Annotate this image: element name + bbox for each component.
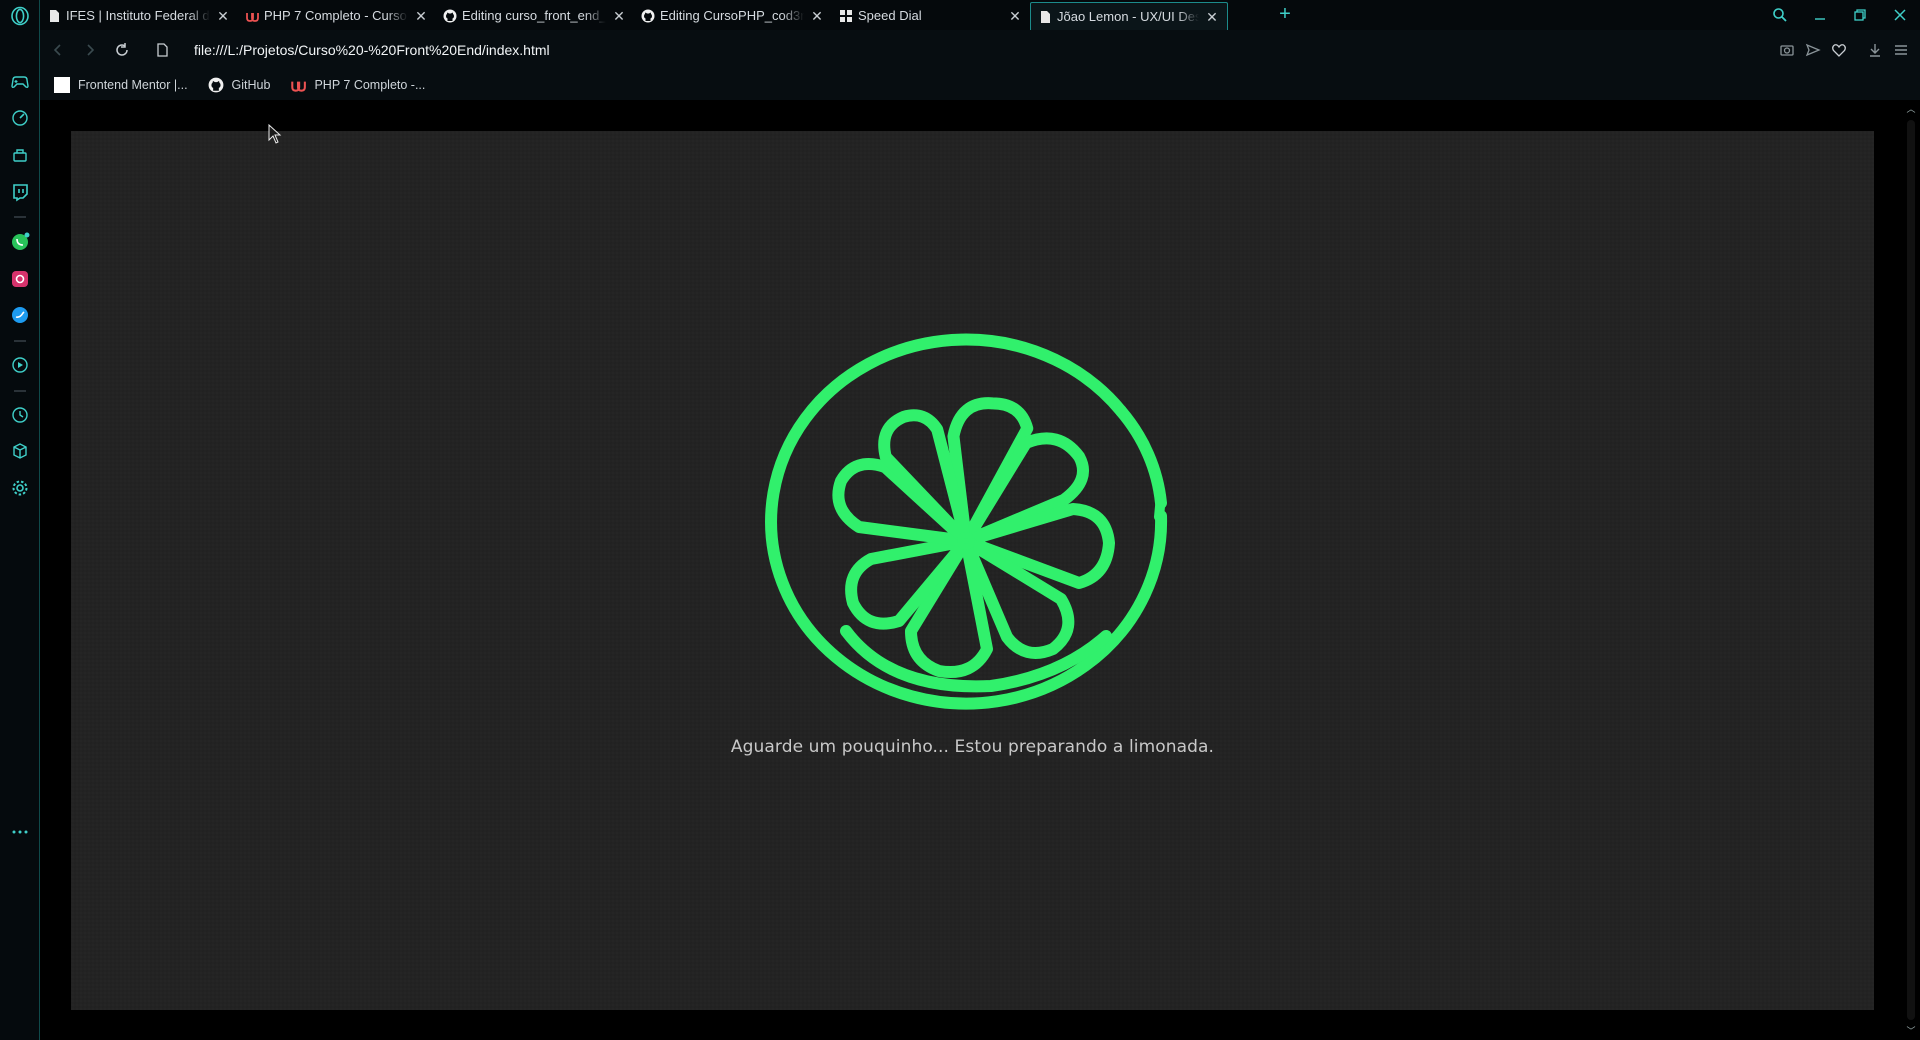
close-icon[interactable]: ✕	[612, 9, 626, 23]
browser-window: IFES | Instituto Federal do Espírito San…	[0, 0, 1920, 1040]
extensions-cube-icon[interactable]	[10, 441, 30, 461]
bookmark-php-course[interactable]: PHP 7 Completo -...	[290, 77, 425, 93]
close-icon[interactable]: ✕	[1008, 9, 1022, 23]
vertical-scrollbar[interactable]: ︿ ﹀	[1902, 100, 1920, 1040]
restore-icon[interactable]	[1840, 0, 1880, 30]
document-icon	[1038, 10, 1052, 24]
tab-speed-dial[interactable]: Speed Dial ✕	[832, 3, 1030, 28]
camera-icon[interactable]	[1774, 34, 1800, 66]
history-clock-icon[interactable]	[10, 405, 30, 425]
close-icon[interactable]: ✕	[414, 9, 428, 23]
close-icon[interactable]: ✕	[1205, 10, 1219, 24]
tab-title: PHP 7 Completo - Curso do Desenvolvedor …	[264, 8, 408, 23]
close-window-icon[interactable]	[1880, 0, 1920, 30]
page-viewport: Aguarde um pouquinho... Estou preparando…	[40, 100, 1902, 1040]
close-icon[interactable]: ✕	[216, 9, 230, 23]
page-info-icon[interactable]	[146, 34, 178, 66]
url-input[interactable]	[194, 42, 994, 58]
minimize-icon[interactable]	[1800, 0, 1840, 30]
tab-title: Editing curso_front_end_cod3r	[462, 8, 606, 23]
github-icon	[641, 9, 655, 23]
github-icon	[443, 9, 457, 23]
new-tab-button[interactable]: +	[1275, 4, 1295, 25]
lemon-slice-logo-icon	[765, 333, 1168, 710]
tab-editing-cursophp[interactable]: Editing CursoPHP_cod3rs/README.md ✕	[634, 3, 832, 28]
speed-dial-icon	[839, 9, 853, 23]
address-bar-actions	[1774, 30, 1920, 70]
heart-icon[interactable]	[1826, 34, 1852, 66]
scroll-down-icon[interactable]: ﹀	[1906, 1026, 1916, 1036]
sidebar-divider	[14, 216, 26, 218]
udemy-icon	[290, 77, 307, 93]
forward-arrow-icon[interactable]	[74, 34, 106, 66]
github-icon	[208, 77, 224, 93]
reload-icon[interactable]	[106, 34, 138, 66]
opera-logo-icon[interactable]	[10, 6, 30, 26]
download-icon[interactable]	[1862, 34, 1888, 66]
tab-title: Jõao Lemon - UX/UI Designer	[1057, 9, 1199, 24]
sidebar	[0, 0, 40, 1040]
bookmark-frontend-mentor[interactable]: Frontend Mentor |...	[54, 77, 188, 93]
bookmark-label: Frontend Mentor |...	[78, 78, 188, 92]
search-icon[interactable]	[1760, 0, 1800, 30]
tab-joao-lemon[interactable]: Jõao Lemon - UX/UI Designer ✕	[1030, 2, 1228, 30]
scroll-thumb[interactable]	[1907, 120, 1915, 1020]
more-options-icon[interactable]	[10, 822, 30, 842]
loading-screen: Aguarde um pouquinho... Estou preparando…	[71, 131, 1874, 1010]
bookmark-label: GitHub	[231, 78, 271, 92]
address-bar	[40, 30, 1920, 70]
settings-gear-icon[interactable]	[10, 478, 30, 498]
easy-setup-menu-icon[interactable]	[1888, 34, 1914, 66]
twitch-icon[interactable]	[10, 182, 30, 202]
scroll-up-icon[interactable]: ︿	[1906, 104, 1916, 114]
twitter-icon[interactable]	[10, 305, 30, 325]
close-icon[interactable]: ✕	[810, 9, 824, 23]
back-arrow-icon[interactable]	[42, 34, 74, 66]
instagram-icon[interactable]	[10, 269, 30, 289]
url-field-wrap	[194, 30, 994, 70]
player-icon[interactable]	[10, 355, 30, 375]
bookmarks-bar: Frontend Mentor |... GitHub PHP 7 Comple…	[40, 70, 1920, 100]
tab-editing-front-end[interactable]: Editing curso_front_end_cod3r ✕	[436, 3, 634, 28]
document-icon	[47, 9, 61, 23]
gamepad-icon[interactable]	[10, 72, 30, 92]
bookmark-github[interactable]: GitHub	[208, 77, 271, 93]
tab-ifes[interactable]: IFES | Instituto Federal do Espírito San…	[40, 3, 238, 28]
udemy-icon	[245, 9, 259, 23]
sidebar-divider	[14, 390, 26, 392]
tab-title: Editing CursoPHP_cod3rs/README.md	[660, 8, 804, 23]
speedometer-icon[interactable]	[10, 108, 30, 128]
bookmark-label: PHP 7 Completo -...	[314, 78, 426, 92]
whatsapp-icon[interactable]	[10, 232, 30, 252]
tab-strip: IFES | Instituto Federal do Espírito San…	[40, 0, 1920, 30]
window-controls	[1760, 0, 1920, 30]
sidebar-divider	[14, 340, 26, 342]
tab-title: IFES | Instituto Federal do Espírito San…	[66, 8, 210, 23]
tab-title: Speed Dial	[858, 8, 922, 23]
loading-message: Aguarde um pouquinho... Estou preparando…	[730, 737, 1215, 757]
frontend-mentor-icon	[54, 77, 70, 93]
network-icon[interactable]	[10, 145, 30, 165]
send-icon[interactable]	[1800, 34, 1826, 66]
tab-php-course[interactable]: PHP 7 Completo - Curso do Desenvolvedor …	[238, 3, 436, 28]
